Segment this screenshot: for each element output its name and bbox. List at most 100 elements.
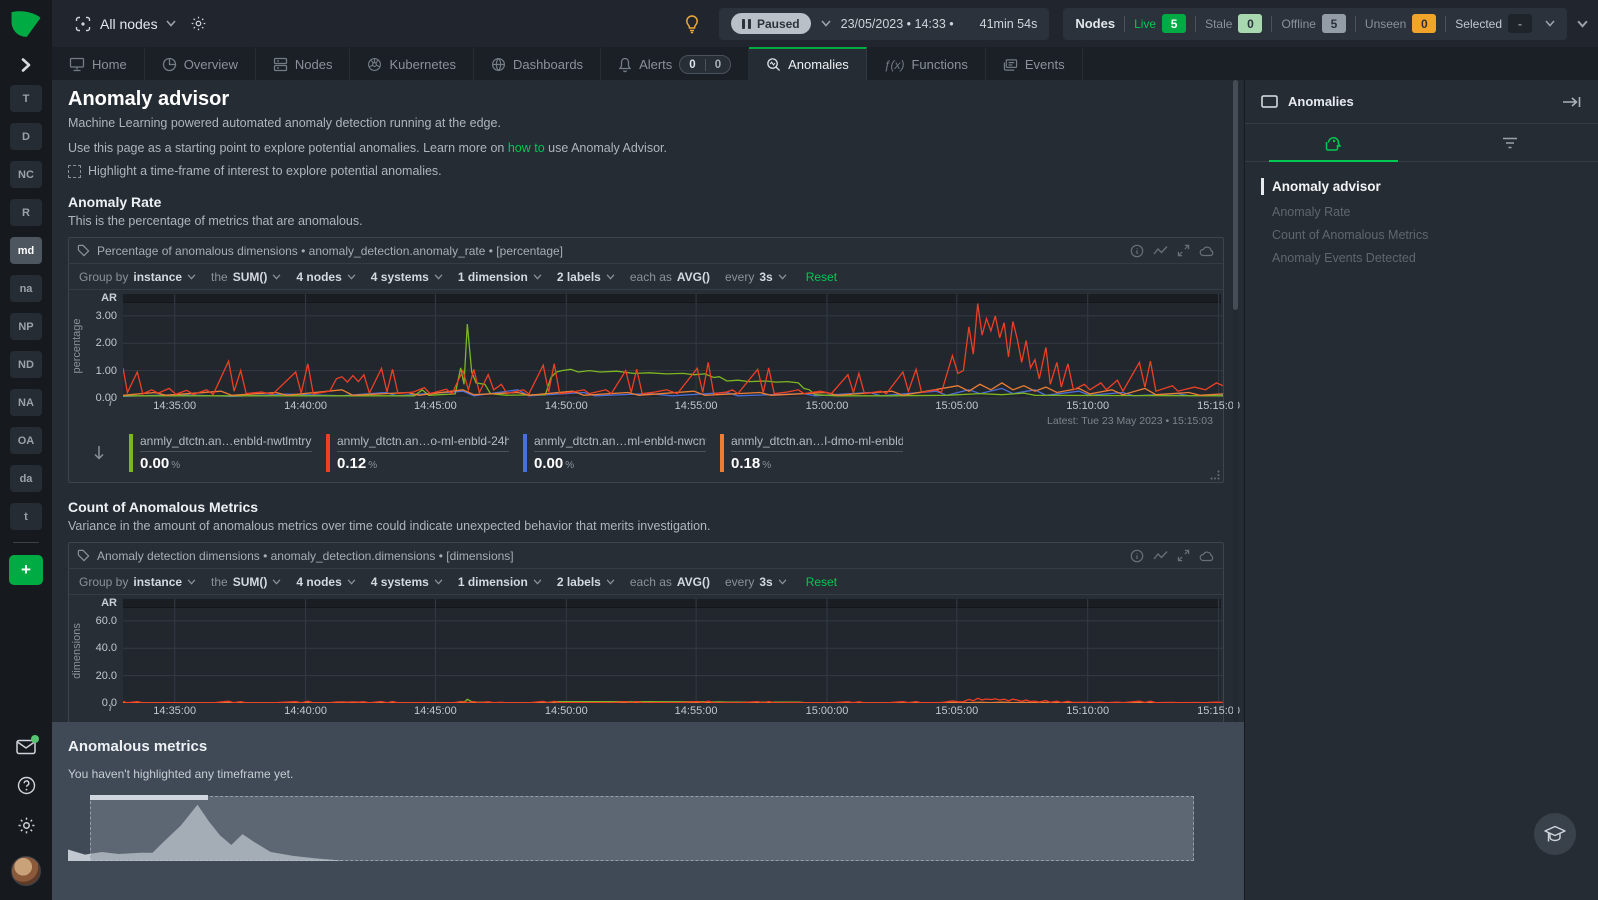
home-icon — [69, 57, 85, 72]
scope-settings-gear-icon[interactable] — [190, 15, 207, 32]
nodes-chevron-down-icon[interactable] — [1545, 20, 1555, 27]
node-scope-selector[interactable]: All nodes — [74, 15, 207, 33]
x-tick-label: 15:10:00 — [1066, 705, 1109, 717]
toolbar-chip-2labels[interactable]: 2 labels — [557, 575, 615, 589]
toolbar-chip-4nodes[interactable]: 4 nodes — [296, 575, 355, 589]
chart2-plot[interactable] — [123, 599, 1221, 703]
chart-type-icon[interactable] — [1153, 549, 1168, 563]
toolbar-chip-sum[interactable]: the SUM() — [211, 270, 281, 284]
sidebar-link-count-of-anomalous-metrics[interactable]: Count of Anomalous Metrics — [1272, 228, 1582, 242]
chevron-down-icon[interactable] — [166, 20, 176, 27]
chart-cloud-icon[interactable] — [1199, 244, 1215, 258]
chart-resize-handle[interactable] — [1210, 470, 1220, 480]
how-to-link[interactable]: how to — [508, 141, 545, 155]
space-item-OA[interactable]: OA — [10, 427, 42, 454]
sidebar-link-anomaly-rate[interactable]: Anomaly Rate — [1272, 205, 1582, 219]
sidebar-link-anomaly-events-detected[interactable]: Anomaly Events Detected — [1272, 251, 1582, 265]
space-item-NC[interactable]: NC — [10, 161, 42, 188]
tab-overview[interactable]: Overview — [145, 47, 256, 80]
node-status-offline[interactable]: Offline5 — [1281, 14, 1345, 33]
reset-button[interactable]: Reset — [806, 270, 837, 284]
anomaly-ribbon-label: AR — [101, 292, 117, 304]
tab-events[interactable]: Events — [986, 47, 1083, 80]
toolbar-chip-2labels[interactable]: 2 labels — [557, 270, 615, 284]
node-status-stale[interactable]: Stale0 — [1205, 14, 1262, 33]
space-item-na[interactable]: na — [10, 275, 42, 302]
section-anomaly-rate-title: Anomaly Rate — [68, 194, 1224, 210]
timeframe-brush[interactable] — [68, 795, 1194, 861]
brush-selection-overlay[interactable] — [90, 796, 1194, 861]
space-item-da[interactable]: da — [10, 465, 42, 492]
chart2-title: Anomaly detection dimensions • anomaly_d… — [97, 549, 1123, 563]
time-chevron-down-icon[interactable] — [821, 20, 831, 27]
space-item-md[interactable]: md — [10, 237, 42, 264]
chart-cloud-icon[interactable] — [1199, 549, 1215, 563]
chart-info-short-icon[interactable]: i — [109, 703, 112, 714]
chart-type-icon[interactable] — [1153, 244, 1168, 258]
node-status-selected[interactable]: Selected- — [1455, 14, 1532, 33]
chart-fullscreen-icon[interactable] — [1177, 549, 1190, 563]
space-item-R[interactable]: R — [10, 199, 42, 226]
toolbar-chip-sum[interactable]: the SUM() — [211, 575, 281, 589]
y-tick-label: 20.0 — [96, 670, 117, 682]
chart1-plot[interactable] — [123, 294, 1221, 398]
settings-gear-icon[interactable] — [17, 816, 36, 835]
learn-graduation-cap-button[interactable] — [1534, 813, 1576, 855]
sidebar-item-anomaly-advisor[interactable]: Anomaly advisor — [1261, 178, 1582, 195]
netdata-logo[interactable] — [0, 0, 52, 47]
toolbar-chip-4systems[interactable]: 4 systems — [371, 575, 443, 589]
toolbar-chip-3s[interactable]: every 3s — [725, 270, 787, 284]
chart-fullscreen-icon[interactable] — [1177, 244, 1190, 258]
node-status-unseen[interactable]: Unseen0 — [1365, 14, 1436, 33]
toolbar-chip-avg[interactable]: each as AVG() — [630, 575, 710, 589]
user-avatar[interactable] — [11, 856, 41, 886]
tab-nodes[interactable]: Nodes — [256, 47, 351, 80]
invite-envelope-icon[interactable] — [16, 739, 36, 755]
tab-dashboards[interactable]: Dashboards — [474, 47, 601, 80]
space-item-T[interactable]: T — [10, 85, 42, 112]
chart2-y-unit: dimensions — [71, 623, 83, 679]
tab-functions[interactable]: ƒ(x)Functions — [867, 47, 986, 80]
anomalies-sidebar: Anomalies Anomaly advisor Anomaly — [1244, 80, 1598, 900]
help-icon[interactable] — [17, 776, 36, 795]
tab-anomalies[interactable]: Anomalies — [749, 47, 867, 80]
toolbar-chip-instance[interactable]: Group by instance — [79, 270, 196, 284]
content-scrollbar[interactable] — [1233, 80, 1238, 722]
pause-button[interactable]: Paused — [731, 13, 811, 34]
toolbar-chip-4systems[interactable]: 4 systems — [371, 270, 443, 284]
tab-home[interactable]: Home — [52, 47, 145, 80]
node-status-live[interactable]: Live5 — [1134, 14, 1186, 33]
brush-handle[interactable] — [90, 795, 208, 800]
legend-sort-arrow-icon[interactable] — [93, 445, 105, 461]
toolbar-chip-1dimension[interactable]: 1 dimension — [458, 575, 542, 589]
space-item-ND[interactable]: ND — [10, 351, 42, 378]
chart-info-icon[interactable] — [1130, 549, 1144, 563]
toolbar-chip-3s[interactable]: every 3s — [725, 575, 787, 589]
space-item-NA[interactable]: NA — [10, 389, 42, 416]
sidebar-tab-anomalies[interactable] — [1245, 124, 1422, 161]
collapse-arrow-right-icon[interactable] — [1562, 95, 1582, 109]
add-space-button[interactable]: + — [9, 555, 43, 585]
toolbar-chip-avg[interactable]: each as AVG() — [630, 270, 710, 284]
space-item-D[interactable]: D — [10, 123, 42, 150]
reset-button[interactable]: Reset — [806, 575, 837, 589]
legend-item[interactable]: anmly_dtctn.an…enbld-nwtlmtry0.00% — [129, 434, 312, 472]
tab-alerts[interactable]: Alerts00 — [601, 47, 749, 80]
chart-info-icon[interactable] — [1130, 244, 1144, 258]
legend-item[interactable]: anmly_dtctn.an…l-dmo-ml-enbld0.18% — [720, 434, 903, 472]
legend-item[interactable]: anmly_dtctn.an…o-ml-enbld-24h0.12% — [326, 434, 509, 472]
tab-kubernetes[interactable]: Kubernetes — [350, 47, 474, 80]
space-item-t[interactable]: t — [10, 503, 42, 530]
news-bulb-icon[interactable] — [683, 14, 701, 34]
topbar-collapse-chevron-icon[interactable] — [1577, 20, 1588, 28]
date-range-label[interactable]: 23/05/2023 • 14:33 • — [841, 17, 954, 31]
toolbar-chip-4nodes[interactable]: 4 nodes — [296, 270, 355, 284]
legend-item[interactable]: anmly_dtctn.an…ml-enbld-nwcnf0.00% — [523, 434, 706, 472]
sidebar-tab-filters[interactable] — [1422, 124, 1598, 161]
toolbar-chip-1dimension[interactable]: 1 dimension — [458, 270, 542, 284]
x-tick-label: 14:40:00 — [284, 705, 327, 717]
chart-info-short-icon[interactable]: i — [109, 398, 112, 409]
rail-expand-chevron-icon[interactable] — [18, 57, 34, 73]
toolbar-chip-instance[interactable]: Group by instance — [79, 575, 196, 589]
space-item-NP[interactable]: NP — [10, 313, 42, 340]
